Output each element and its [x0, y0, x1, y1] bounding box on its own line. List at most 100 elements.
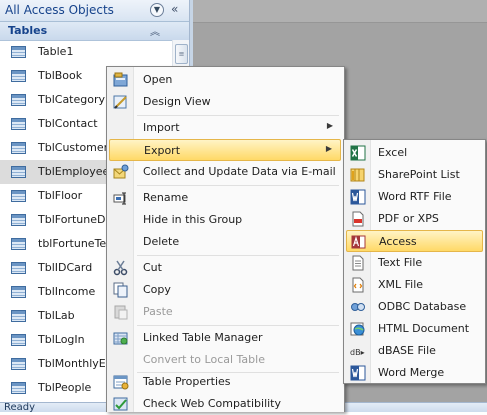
- menu-item-label: Linked Table Manager: [143, 331, 263, 344]
- shutter-collapse-icon[interactable]: «: [171, 2, 178, 16]
- document-tab-strip: [190, 0, 487, 23]
- menu-item-rename[interactable]: Rename: [109, 187, 341, 209]
- table-icon: [11, 382, 26, 394]
- menu-item-import[interactable]: Import ▶: [109, 117, 341, 139]
- linked-table-manager-icon: [113, 332, 128, 345]
- menu-item-label: Rename: [143, 191, 189, 204]
- export-item-dbase[interactable]: dB▸ dBASE File: [346, 340, 483, 362]
- nav-pane-title[interactable]: All Access Objects: [5, 3, 114, 17]
- word-merge-icon: [350, 365, 366, 381]
- group-title: Tables: [8, 24, 48, 37]
- table-item-label: TblIncome: [38, 285, 96, 298]
- menu-item-collect-data[interactable]: Collect and Update Data via E-mail: [109, 161, 341, 183]
- text-file-icon: [352, 255, 364, 271]
- table-icon: [11, 142, 26, 154]
- menu-item-label: Export: [144, 144, 181, 157]
- access-icon: [351, 235, 366, 249]
- export-item-pdf-xps[interactable]: PDF or XPS: [346, 208, 483, 230]
- copy-icon: [113, 282, 128, 298]
- table-item-label: TblCategory: [38, 93, 106, 106]
- menu-item-copy[interactable]: Copy: [109, 279, 341, 301]
- menu-item-label: Table Properties: [143, 375, 231, 388]
- xml-file-icon: [352, 277, 364, 293]
- scroll-thumb[interactable]: ≡: [175, 44, 188, 64]
- export-item-html-document[interactable]: HTML Document: [346, 318, 483, 340]
- context-menu: Open Design View Import ▶ Export ▶ Colle…: [106, 66, 345, 412]
- table-icon: [11, 46, 26, 58]
- menu-item-label: PDF or XPS: [378, 212, 439, 225]
- word-icon: [350, 189, 366, 205]
- export-item-sharepoint-list[interactable]: SharePoint List: [346, 164, 483, 186]
- menu-item-label: Excel: [378, 146, 408, 159]
- menu-item-label: Cut: [143, 261, 162, 274]
- table-icon: [11, 70, 26, 82]
- menu-item-label: Collect and Update Data via E-mail: [143, 165, 336, 178]
- menu-item-paste[interactable]: Paste: [109, 301, 341, 323]
- menu-item-cut[interactable]: Cut: [109, 257, 341, 279]
- menu-item-export[interactable]: Export ▶: [109, 139, 341, 161]
- table-item-label: TblFloor: [38, 189, 83, 202]
- table-icon: [11, 118, 26, 130]
- export-item-word-merge[interactable]: Word Merge: [346, 362, 483, 384]
- table-properties-icon: [113, 375, 129, 390]
- tables-group-header[interactable]: Tables ︽: [0, 22, 189, 41]
- menu-item-label: Design View: [143, 95, 211, 108]
- table-icon: [11, 334, 26, 346]
- menu-separator: [137, 255, 339, 256]
- menu-item-label: XML File: [378, 278, 424, 291]
- table-item-label: TblIDCard: [38, 261, 93, 274]
- menu-item-label: Word RTF File: [378, 190, 452, 203]
- menu-item-convert-to-local[interactable]: Convert to Local Table: [109, 349, 341, 371]
- menu-item-label: Text File: [378, 256, 423, 269]
- menu-item-hide-in-group[interactable]: Hide in this Group: [109, 209, 341, 231]
- submenu-arrow-icon: ▶: [325, 144, 332, 153]
- html-document-icon: [350, 322, 365, 336]
- menu-item-label: Delete: [143, 235, 180, 248]
- menu-item-design-view[interactable]: Design View: [109, 91, 341, 113]
- menu-item-label: Hide in this Group: [143, 213, 243, 226]
- table-item-label: TblCustomer: [38, 141, 109, 154]
- menu-item-open[interactable]: Open: [109, 69, 341, 91]
- table-icon: [11, 94, 26, 106]
- menu-separator: [137, 185, 339, 186]
- menu-item-label: Import: [143, 121, 180, 134]
- menu-item-label: Check Web Compatibility: [143, 397, 282, 410]
- export-submenu: Excel SharePoint List Word RTF File PDF …: [343, 139, 486, 384]
- sharepoint-list-icon: [350, 168, 365, 182]
- chevron-up-icon[interactable]: ︽: [150, 23, 160, 38]
- table-item-label: tblFortuneTel: [38, 237, 110, 250]
- table-item-label: TblMonthlyEa: [38, 357, 113, 370]
- table-item-label: TblPeople: [38, 381, 92, 394]
- rename-icon: [113, 192, 126, 205]
- menu-item-label: Convert to Local Table: [143, 353, 265, 366]
- table-icon: [11, 190, 26, 202]
- paste-icon: [114, 305, 128, 320]
- table-item[interactable]: Table1: [0, 40, 172, 64]
- nav-pane-header[interactable]: All Access Objects ▼ «: [0, 0, 189, 22]
- pdf-icon: [352, 211, 364, 227]
- menu-item-label: SharePoint List: [378, 168, 460, 181]
- menu-item-table-properties[interactable]: Table Properties: [109, 371, 341, 393]
- menu-item-linked-table-manager[interactable]: Linked Table Manager: [109, 327, 341, 349]
- submenu-arrow-icon: ▶: [326, 121, 333, 130]
- export-item-xml-file[interactable]: XML File: [346, 274, 483, 296]
- status-text: Ready: [4, 402, 36, 413]
- export-item-access[interactable]: Access: [346, 230, 483, 252]
- export-item-odbc[interactable]: ODBC Database: [346, 296, 483, 318]
- export-item-excel[interactable]: Excel: [346, 142, 483, 164]
- menu-item-delete[interactable]: Delete: [109, 231, 341, 253]
- table-item-label: TblLogIn: [38, 333, 85, 346]
- table-icon: [11, 238, 26, 250]
- menu-item-label: Word Merge: [378, 366, 445, 379]
- export-item-text-file[interactable]: Text File: [346, 252, 483, 274]
- table-icon: [11, 166, 26, 178]
- collect-data-icon: [113, 164, 129, 179]
- menu-item-check-web-compat[interactable]: Check Web Compatibility: [109, 393, 341, 415]
- table-icon: [11, 262, 26, 274]
- excel-icon: [350, 145, 366, 161]
- menu-separator: [137, 115, 339, 116]
- export-item-word-rtf[interactable]: Word RTF File: [346, 186, 483, 208]
- nav-dropdown-icon[interactable]: ▼: [150, 3, 164, 17]
- menu-item-label: Paste: [143, 305, 173, 318]
- table-item-label: TblBook: [38, 69, 83, 82]
